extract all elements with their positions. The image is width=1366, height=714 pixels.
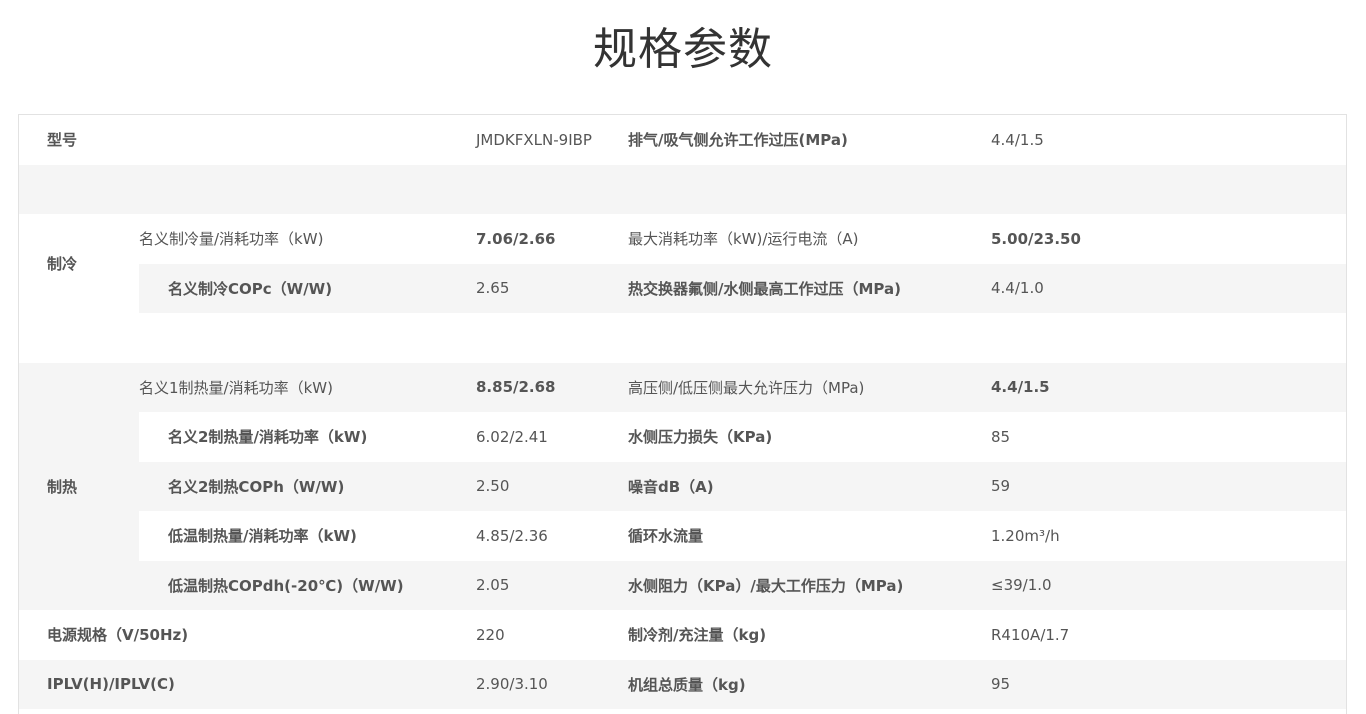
param-value: 4.4/1.5 bbox=[991, 378, 1050, 397]
param-label: 制冷剂/充注量（kg) bbox=[628, 626, 767, 645]
table-row: 名义2制热量/消耗功率（kW) 6.02/2.41 水侧压力损失（KPa) 85 bbox=[139, 412, 1346, 462]
param-value: 4.4/1.5 bbox=[991, 130, 1044, 149]
param-value: ≤39/1.0 bbox=[991, 576, 1052, 595]
table-row-power: 电源规格（V/50Hz) 220 制冷剂/充注量（kg) R410A/1.7 bbox=[19, 610, 1346, 660]
row-value: 2.50 bbox=[476, 477, 510, 496]
row-name: 名义2制热量/消耗功率（kW) bbox=[168, 428, 368, 447]
table-row: 低温制热量/消耗功率（kW) 4.85/2.36 循环水流量 1.20m³/h bbox=[139, 511, 1346, 561]
param-value: 59 bbox=[991, 477, 1011, 496]
param-label: 热交换器氟侧/水侧最高工作过压（MPa) bbox=[628, 279, 901, 298]
row-value: 6.02/2.41 bbox=[476, 427, 548, 446]
row-name: 低温制热COPdh(-20℃)（W/W) bbox=[168, 576, 404, 595]
param-label: 水侧阻力（KPa）/最大工作压力（MPa) bbox=[628, 576, 904, 595]
row-value: 7.06/2.66 bbox=[476, 229, 556, 248]
spacer-row bbox=[19, 164, 1346, 214]
table-row: 名义2制热COPh（W/W) 2.50 噪音dB（A) 59 bbox=[139, 461, 1346, 511]
row-label: 型号 bbox=[47, 131, 78, 150]
spacer-row bbox=[19, 313, 1346, 363]
param-value: 85 bbox=[991, 427, 1011, 446]
spec-table: 型号 JMDKFXLN-9IBP 排气/吸气侧允许工作过压(MPa) 4.4/1… bbox=[18, 114, 1347, 714]
heating-label-bg bbox=[19, 362, 139, 610]
param-label: 高压侧/低压侧最大允许压力（MPa) bbox=[628, 378, 865, 397]
table-row-model: 型号 JMDKFXLN-9IBP 排气/吸气侧允许工作过压(MPa) 4.4/1… bbox=[19, 115, 1346, 165]
row-value: 2.05 bbox=[476, 576, 510, 595]
table-row: 低温制热COPdh(-20℃)（W/W) 2.05 水侧阻力（KPa）/最大工作… bbox=[139, 560, 1346, 610]
row-name: 名义2制热COPh（W/W) bbox=[168, 477, 345, 496]
row-value: 4.85/2.36 bbox=[476, 526, 548, 545]
table-row: 名义制冷量/消耗功率（kW) 7.06/2.66 最大消耗功率（kW)/运行电流… bbox=[139, 214, 1346, 264]
row-name: 低温制热量/消耗功率（kW) bbox=[168, 527, 357, 546]
row-value: 2.65 bbox=[476, 279, 510, 298]
row-label: 电源规格（V/50Hz) bbox=[47, 626, 189, 645]
group-label-heating: 制热 bbox=[47, 477, 78, 496]
param-value: 1.20m³/h bbox=[991, 526, 1060, 545]
param-value: 4.4/1.0 bbox=[991, 279, 1044, 298]
page-title: 规格参数 bbox=[593, 24, 773, 75]
param-label: 机组总质量（kg) bbox=[628, 675, 746, 694]
table-row-iplv: IPLV(H)/IPLV(C) 2.90/3.10 机组总质量（kg) 95 bbox=[19, 659, 1346, 709]
row-value: 8.85/2.68 bbox=[476, 378, 556, 397]
param-value: 95 bbox=[991, 675, 1011, 694]
param-label: 循环水流量 bbox=[628, 527, 704, 546]
row-value: 220 bbox=[476, 625, 505, 644]
row-name: 名义制冷量/消耗功率（kW) bbox=[139, 230, 324, 249]
group-label-cooling: 制冷 bbox=[47, 255, 78, 273]
param-label: 排气/吸气侧允许工作过压(MPa) bbox=[628, 131, 848, 150]
table-row: 名义制冷COPc（W/W) 2.65 热交换器氟侧/水侧最高工作过压（MPa) … bbox=[139, 263, 1346, 313]
param-value: R410A/1.7 bbox=[991, 625, 1070, 644]
row-value: 2.90/3.10 bbox=[476, 675, 548, 694]
param-label: 最大消耗功率（kW)/运行电流（A) bbox=[628, 230, 859, 249]
param-value: 5.00/23.50 bbox=[991, 229, 1081, 248]
param-label: 噪音dB（A) bbox=[628, 477, 714, 496]
row-label: IPLV(H)/IPLV(C) bbox=[47, 675, 175, 694]
param-label: 水侧压力损失（KPa) bbox=[628, 428, 773, 447]
table-row: 名义1制热量/消耗功率（kW) 8.85/2.68 高压侧/低压侧最大允许压力（… bbox=[139, 362, 1346, 412]
row-name: 名义1制热量/消耗功率（kW) bbox=[139, 378, 333, 397]
row-value: JMDKFXLN-9IBP bbox=[476, 130, 592, 149]
row-name: 名义制冷COPc（W/W) bbox=[168, 279, 333, 298]
